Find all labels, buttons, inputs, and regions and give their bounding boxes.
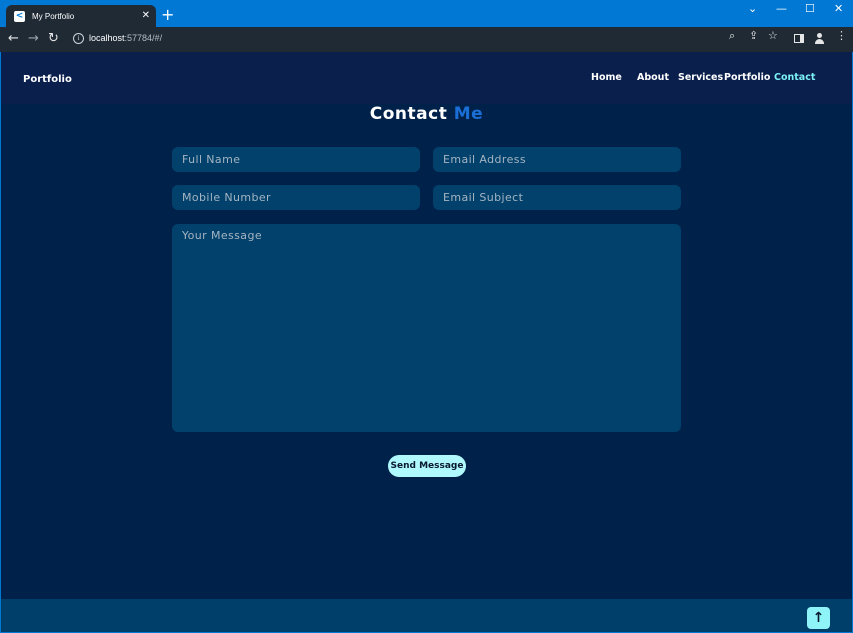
reload-icon[interactable]: ↻ bbox=[48, 31, 59, 47]
tab-close-icon[interactable]: ✕ bbox=[142, 10, 150, 21]
mobile-input[interactable] bbox=[172, 185, 420, 210]
tab-search-icon[interactable]: ⌄ bbox=[748, 2, 757, 16]
new-tab-button[interactable]: + bbox=[161, 6, 174, 24]
brand-logo[interactable]: Portfolio bbox=[23, 74, 72, 85]
share-icon[interactable]: ⇪ bbox=[749, 29, 758, 43]
nav-portfolio[interactable]: Portfolio bbox=[724, 72, 770, 83]
bookmark-star-icon[interactable]: ☆ bbox=[768, 29, 778, 43]
web-page: Portfolio Home About Services Portfolio … bbox=[1, 52, 852, 632]
title-accent: Me bbox=[453, 104, 484, 124]
subject-input[interactable] bbox=[433, 185, 681, 210]
browser-titlebar: < My Portfolio ✕ + ⌄ — ☐ ✕ bbox=[0, 0, 853, 27]
site-header: Portfolio Home About Services Portfolio … bbox=[1, 52, 852, 104]
url-path: :57784/#/ bbox=[124, 33, 163, 43]
back-arrow-icon[interactable]: ← bbox=[8, 31, 19, 47]
send-message-button[interactable]: Send Message bbox=[388, 455, 466, 477]
message-textarea[interactable] bbox=[172, 224, 681, 432]
url-host: localhost bbox=[89, 33, 125, 43]
site-info-icon[interactable]: i bbox=[73, 33, 84, 44]
forward-arrow-icon[interactable]: → bbox=[28, 31, 39, 47]
zoom-icon[interactable]: ⌕ bbox=[729, 29, 735, 43]
maximize-icon[interactable]: ☐ bbox=[805, 2, 815, 16]
flutter-favicon-icon: < bbox=[14, 10, 25, 22]
side-panel-icon[interactable] bbox=[794, 34, 804, 43]
arrow-up-icon: ↑ bbox=[812, 610, 825, 626]
menu-kebab-icon[interactable]: ⋮ bbox=[836, 29, 847, 43]
minimize-icon[interactable]: — bbox=[776, 2, 787, 16]
browser-toolbar: ← → ↻ i localhost:57784/#/ ⌕ ⇪ ☆ ⋮ bbox=[0, 27, 853, 52]
nav-about[interactable]: About bbox=[637, 72, 669, 83]
title-main: Contact bbox=[369, 104, 448, 124]
nav-services[interactable]: Services bbox=[678, 72, 723, 83]
scroll-to-top-button[interactable]: ↑ bbox=[807, 607, 830, 629]
browser-tab[interactable]: < My Portfolio ✕ bbox=[6, 5, 156, 27]
url-text: localhost:57784/#/ bbox=[89, 33, 162, 43]
page-title: Contact Me bbox=[1, 104, 852, 124]
nav-home[interactable]: Home bbox=[591, 72, 622, 83]
profile-icon[interactable] bbox=[814, 33, 825, 44]
close-window-icon[interactable]: ✕ bbox=[834, 2, 843, 16]
email-input[interactable] bbox=[433, 147, 681, 172]
tab-title: My Portfolio bbox=[32, 11, 75, 21]
full-name-input[interactable] bbox=[172, 147, 420, 172]
nav-contact[interactable]: Contact bbox=[774, 72, 815, 83]
site-footer: ↑ bbox=[1, 599, 852, 632]
